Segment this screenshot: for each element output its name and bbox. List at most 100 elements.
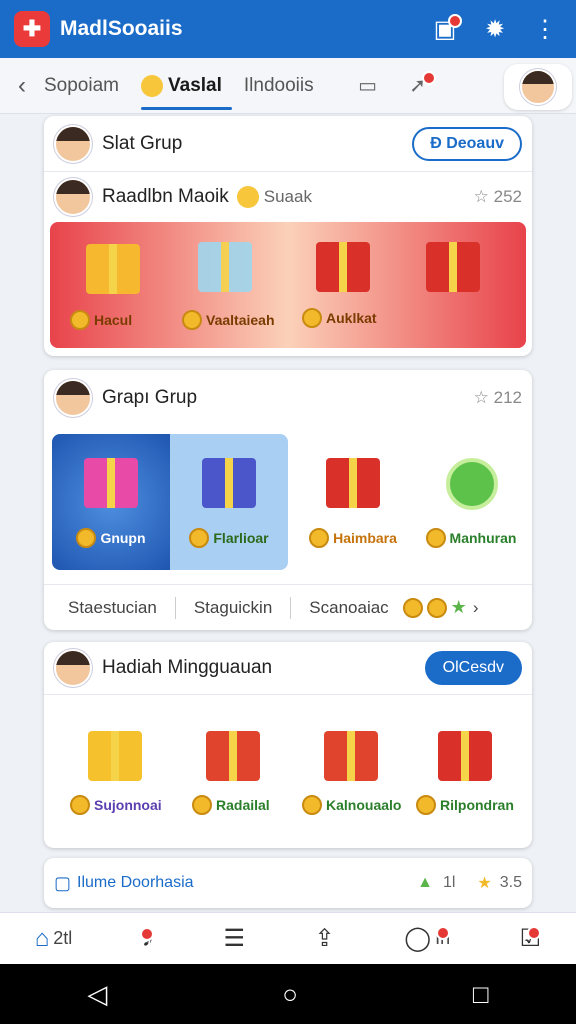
tile-label: Manhuran [412, 528, 530, 548]
gift-icon [206, 731, 260, 781]
nav-share[interactable]: ⇪ [315, 924, 335, 953]
calendar-icon: ▢ [54, 872, 72, 893]
tree-icon: ▲ [417, 874, 433, 891]
dollar-coin-icon [446, 458, 498, 510]
grapi-grup-card: Grapı Grup ☆ 212 Gnupn Flarlioar Haimbar… [44, 370, 532, 630]
reward-tile[interactable]: Manhuran [412, 434, 530, 570]
home-icon: ⌂ [34, 924, 50, 952]
app-logo: ✚ [14, 11, 50, 47]
tab-sopoiam[interactable]: Sopoiam [44, 58, 119, 114]
chat-icon: ◯ [404, 925, 432, 952]
back-triangle-icon[interactable]: ◁ [87, 979, 107, 1010]
coin-icon [302, 795, 322, 815]
footer-count: 3.5 [499, 874, 522, 891]
coin-icon [425, 528, 446, 548]
subtab-staguickin[interactable]: Staguickin [194, 598, 272, 618]
footer-count: 1l [442, 874, 456, 891]
coin-icon [182, 310, 202, 330]
star-stat: ☆ 212 [473, 388, 522, 407]
nav-list[interactable]: ☰ [223, 924, 245, 953]
group-name: Raadlbn Maoik [102, 186, 229, 207]
back-button[interactable]: ‹ [0, 72, 44, 100]
box-icon [202, 458, 256, 508]
image-icon[interactable]: ▭ [350, 69, 386, 103]
tab-bar: ‹ Sopoiam Vaslal Ilndooiis ▭ ➚ [0, 58, 576, 114]
footer-card[interactable]: ▢ Ilume Doorhasia ▲ 1l ★ 3.5 [44, 858, 532, 908]
coin-icon [70, 310, 90, 330]
divider [290, 596, 292, 619]
pin-icon[interactable]: ➚ [400, 69, 436, 103]
avatar [54, 379, 92, 417]
nav-chat[interactable]: ◯Irl [404, 924, 451, 953]
pin-badge [421, 70, 436, 85]
group-name: Hadiah Mingguauan [102, 657, 273, 678]
smile-icon [236, 186, 259, 208]
coin-icon [309, 528, 330, 548]
app-title: MadlSooaiis [60, 17, 183, 40]
group-name: Grapı Grup [102, 387, 198, 408]
subtab-staestucian[interactable]: Staestucian [68, 598, 157, 618]
hadiah-card: Hadiah Mingguauan OlCesdv Sujonnoai Rada… [44, 642, 532, 848]
tab-vaslal[interactable]: Vaslal [141, 58, 232, 114]
slat-grup-card: Slat Grup Ð Deoauv Raadlbn Maoik Suaak ☆… [44, 116, 532, 356]
gift-icon [426, 242, 480, 292]
emoji-icon [141, 74, 163, 97]
subtab-scanoaiac[interactable]: Scanoaiac [309, 598, 388, 618]
star-icon: ★ [477, 875, 492, 892]
notif-badge [139, 926, 154, 941]
chat-badge [436, 926, 451, 940]
coin-icon [192, 795, 212, 815]
deoauv-button[interactable]: Ð Deoauv [412, 126, 522, 161]
footer-text: Ilume Doorhasia [77, 874, 194, 891]
group-tag: Suaak [263, 187, 312, 206]
star-icon: ★ [450, 597, 467, 617]
box-icon [198, 242, 252, 292]
gift-icon [84, 458, 138, 508]
reward-tile[interactable]: Flarlioar [170, 434, 288, 570]
more-icon[interactable]: ⋮ [528, 12, 562, 46]
reward-label: Auklkat [302, 308, 377, 328]
olcesdv-button[interactable]: OlCesdv [424, 651, 522, 685]
gift-icon [326, 458, 380, 508]
star-stat: ☆ 252 [473, 187, 522, 206]
bottom-nav: ⌂2tl ♪ ☰ ⇪ ◯Irl ☑ [0, 912, 576, 964]
coin-icon [416, 795, 436, 815]
coin-icon [76, 528, 97, 548]
reward-banner[interactable]: Hacul Vaaltaieah Auklkat [50, 222, 526, 348]
reward-label[interactable]: Sujonnoai [70, 795, 162, 815]
divider [174, 596, 176, 619]
coin-icon [189, 528, 210, 548]
subtab-bar: Staestucian Staguickin Scanoaiac ★ › [44, 584, 532, 630]
tab-ilndooiis[interactable]: Ilndooiis [244, 58, 314, 114]
reward-label: Hacul [70, 310, 132, 330]
reward-label[interactable]: Radailal [192, 795, 270, 815]
gift-icon [438, 731, 492, 781]
profile-button[interactable] [504, 64, 572, 110]
nav-notif[interactable]: ♪ [139, 925, 154, 953]
tile-label: Haimbara [294, 528, 412, 548]
gear-icon[interactable]: ✹ [478, 12, 512, 46]
recents-square-icon[interactable]: □ [473, 979, 489, 1010]
coin-icon [426, 597, 447, 618]
coin-icon [302, 308, 322, 328]
reward-row: Sujonnoai Radailal Kalnouaalo Rilpondran [44, 694, 532, 848]
reward-tile[interactable]: Gnupn [52, 434, 170, 570]
tile-label: Gnupn [52, 528, 170, 548]
avatar [54, 124, 92, 163]
notification-icon[interactable]: ▣ [428, 12, 462, 46]
nav-inbox[interactable]: ☑ [520, 924, 542, 953]
reward-label[interactable]: Rilpondran [416, 795, 514, 815]
gift-icon [88, 731, 142, 781]
home-circle-icon[interactable]: ○ [282, 979, 298, 1010]
gift-icon [316, 242, 370, 292]
chevron-right-icon[interactable]: › [473, 598, 479, 618]
reward-label[interactable]: Kalnouaalo [302, 795, 401, 815]
avatar [520, 69, 556, 105]
reward-tile[interactable]: Haimbara [294, 434, 412, 570]
list-icon: ☰ [223, 925, 245, 952]
reward-label: Vaaltaieah [182, 310, 275, 330]
tile-label: Flarlioar [170, 528, 288, 548]
coin-icon [70, 795, 90, 815]
nav-home[interactable]: ⌂ 2tl [35, 925, 73, 953]
notification-badge [448, 14, 462, 28]
